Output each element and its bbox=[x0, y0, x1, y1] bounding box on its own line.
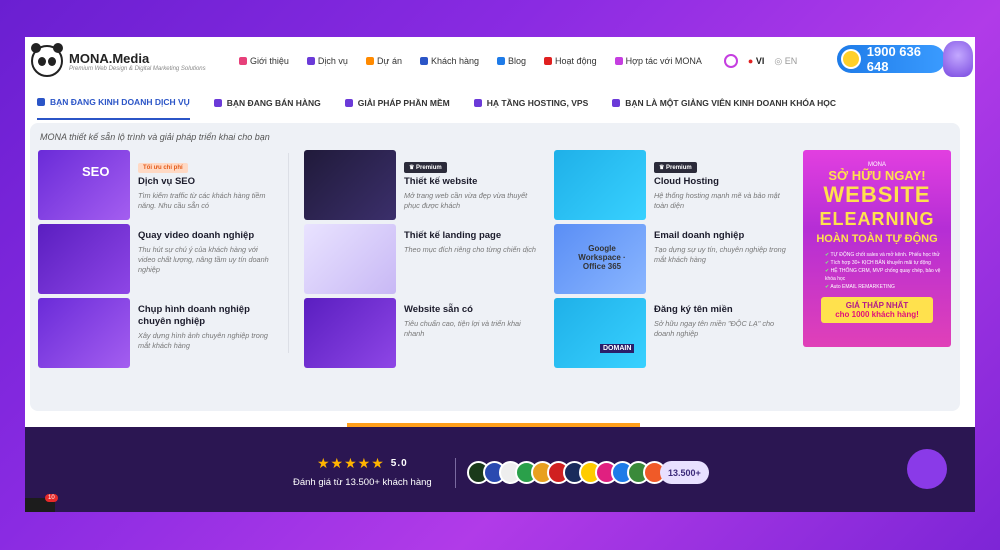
partner-icon bbox=[614, 57, 623, 65]
elearning-promo-banner[interactable]: MONA SỞ HỮU NGAY! WEBSITE ELEARNING HOÀN… bbox=[803, 150, 951, 347]
chat-bubble-icon[interactable] bbox=[907, 449, 947, 489]
phone-icon bbox=[841, 49, 861, 69]
client-logos: 13.500+ bbox=[467, 461, 709, 484]
cost-badge: Tối ưu chi phí bbox=[138, 163, 188, 173]
grid-icon bbox=[37, 97, 45, 106]
browser-frame: MONA.Media Premium Web Design & Digital … bbox=[25, 37, 975, 512]
premium-badge: ♛ Premium bbox=[654, 162, 697, 173]
info-icon bbox=[239, 57, 247, 65]
panda-logo-icon bbox=[31, 43, 63, 77]
notification-count: 10 bbox=[45, 494, 58, 502]
ready-website-thumbnail bbox=[304, 298, 396, 368]
nav-item-blog[interactable]: Blog bbox=[497, 56, 526, 66]
email-thumbnail: Google Workspace · Office 365 bbox=[554, 224, 646, 294]
column-services: SEO Tối ưu chi phí Dịch vụ SEO Tìm kiếm tr… bbox=[38, 150, 273, 372]
premium-badge: ♛ Premium bbox=[404, 162, 447, 173]
nav-item-khach-hang[interactable]: Khách hàng bbox=[419, 56, 479, 66]
column-website: ♛ Premium Thiết kế website Mở trang web cầ… bbox=[304, 150, 539, 372]
column-hosting: ♛ Premium Cloud Hosting Hệ thống hosting m… bbox=[554, 150, 789, 372]
nav-item-hoat-dong[interactable]: Hoạt động bbox=[544, 56, 597, 66]
nav-item-hop-tac[interactable]: Hợp tác với MONA bbox=[614, 56, 702, 66]
mascot-icon bbox=[943, 41, 973, 77]
tab-dich-vu[interactable]: BẠN ĐANG KINH DOANH DỊCH VỤ bbox=[37, 85, 190, 120]
tab-phan-mem[interactable]: GIẢI PHÁP PHẦN MỀM bbox=[344, 85, 450, 120]
hosting-thumbnail bbox=[554, 150, 646, 220]
hot-deal-icon[interactable] bbox=[723, 54, 738, 68]
language-switcher: ● VI ◎ EN bbox=[723, 54, 797, 68]
tab-ban-hang[interactable]: BẠN ĐANG BÁN HÀNG bbox=[213, 85, 321, 120]
lang-vi[interactable]: ● VI bbox=[748, 56, 764, 66]
service-icon bbox=[306, 57, 315, 65]
main-nav: Giới thiệu Dịch vụ Dự án Khách hàng Blog… bbox=[239, 56, 702, 66]
brand-name: MONA.Media bbox=[69, 50, 150, 66]
nav-item-gioi-thieu[interactable]: Giới thiệu bbox=[239, 56, 289, 66]
server-icon bbox=[473, 98, 482, 107]
service-seo[interactable]: SEO Tối ưu chi phí Dịch vụ SEO Tìm kiếm tr… bbox=[38, 150, 273, 224]
tab-giang-vien[interactable]: BẠN LÀ MỘT GIẢNG VIÊN KINH DOANH KHÓA HỌ… bbox=[612, 85, 836, 120]
service-landing[interactable]: Thiết kế landing page Theo mục đích riêng… bbox=[304, 224, 539, 298]
photo-thumbnail bbox=[38, 298, 130, 368]
clients-count: 13.500+ bbox=[660, 461, 709, 484]
service-domain[interactable]: DOMAIN Đăng ký tên miền Sở hữu ngay tên m… bbox=[554, 298, 789, 372]
seo-thumbnail: SEO bbox=[38, 150, 130, 220]
nav-item-du-an[interactable]: Dự án bbox=[365, 56, 402, 66]
software-icon bbox=[344, 98, 353, 107]
service-tabs: BẠN ĐANG KINH DOANH DỊCH VỤ BẠN ĐANG BÁN… bbox=[25, 85, 975, 120]
activity-icon bbox=[544, 57, 553, 65]
promo-cta[interactable]: GIÁ THẤP NHẤT cho 1000 khách hàng! bbox=[821, 297, 933, 323]
customer-icon bbox=[419, 57, 428, 65]
rating-summary: ★★★★★ 5.0 Đánh giá từ 13.500+ khách hàng bbox=[293, 455, 432, 488]
service-cloud-hosting[interactable]: ♛ Premium Cloud Hosting Hệ thống hosting m… bbox=[554, 150, 789, 224]
teacher-icon bbox=[612, 98, 621, 107]
tag-icon bbox=[213, 98, 222, 107]
service-video[interactable]: Quay video doanh nghiệp Thu hút sự chú ý … bbox=[38, 224, 273, 298]
panel-intro: MONA thiết kế sẵn lộ trình và giải pháp … bbox=[40, 132, 270, 142]
logo[interactable]: MONA.Media Premium Web Design & Digital … bbox=[31, 43, 231, 77]
service-email[interactable]: Google Workspace · Office 365 Email doan… bbox=[554, 224, 789, 298]
service-panel: MONA thiết kế sẵn lộ trình và giải pháp … bbox=[30, 123, 960, 411]
rating-divider bbox=[455, 458, 456, 488]
project-icon bbox=[365, 57, 374, 65]
site-header: MONA.Media Premium Web Design & Digital … bbox=[25, 37, 975, 85]
star-rating-icon: ★★★★★ 5.0 bbox=[317, 455, 408, 471]
blog-icon bbox=[497, 57, 506, 65]
notification-widget[interactable]: 10 bbox=[25, 494, 58, 512]
video-thumbnail bbox=[38, 224, 130, 294]
service-website[interactable]: ♛ Premium Thiết kế website Mở trang web cầ… bbox=[304, 150, 539, 224]
promo-features: TỰ ĐỘNG chốt sales và mở kênh. Phiếu học… bbox=[803, 245, 951, 291]
landing-thumbnail bbox=[304, 224, 396, 294]
hotline-button[interactable]: 1900 636 648 bbox=[837, 44, 945, 74]
column-divider bbox=[288, 153, 289, 353]
brand-tagline: Premium Web Design & Digital Marketing S… bbox=[69, 65, 206, 72]
nav-item-dich-vu[interactable]: Dịch vụ bbox=[306, 56, 348, 66]
domain-thumbnail: DOMAIN bbox=[554, 298, 646, 368]
service-ready-website[interactable]: Website sẵn có Tiêu chuẩn cao, tiện lợi v… bbox=[304, 298, 539, 372]
website-thumbnail bbox=[304, 150, 396, 220]
service-photo[interactable]: Chụp hình doanh nghiệp chuyên nghiệp Xây … bbox=[38, 298, 273, 372]
lang-en[interactable]: ◎ EN bbox=[774, 56, 797, 67]
tab-hosting[interactable]: HẠ TẦNG HOSTING, VPS bbox=[473, 85, 588, 120]
